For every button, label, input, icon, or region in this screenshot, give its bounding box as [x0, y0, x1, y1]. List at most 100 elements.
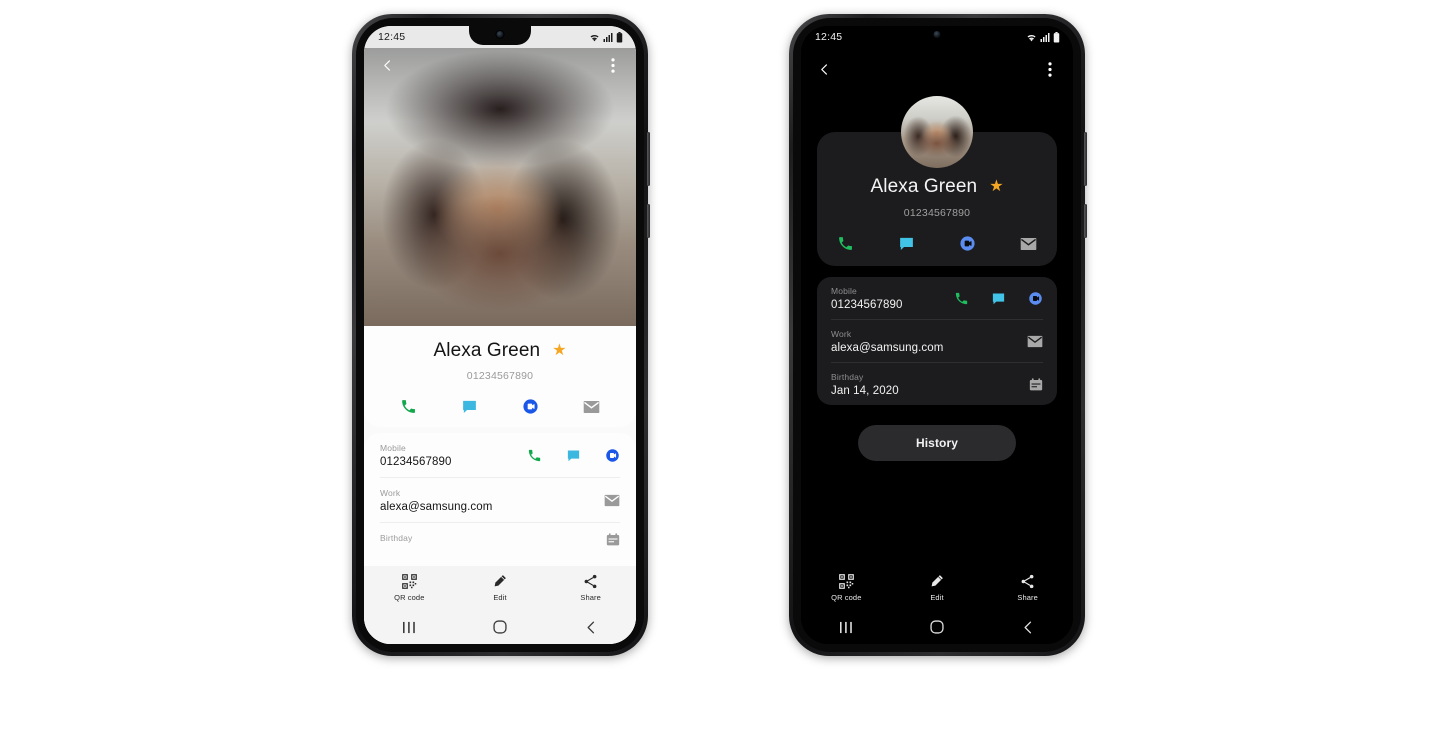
field-row-mobile[interactable]: Mobile 01234567890: [380, 433, 620, 478]
call-icon[interactable]: [954, 291, 969, 306]
more-options-icon[interactable]: [1039, 58, 1061, 80]
video-icon[interactable]: [605, 448, 620, 463]
share-icon: [584, 574, 597, 589]
camera-notch: [469, 26, 531, 45]
volume-button[interactable]: [1084, 132, 1087, 186]
share-icon: [1021, 574, 1034, 589]
share-button[interactable]: Share: [559, 574, 623, 602]
status-bar: 12:45: [801, 26, 1073, 48]
history-button-wrapper: History: [801, 425, 1073, 461]
field-action-icons: [1029, 378, 1043, 391]
home-button[interactable]: [475, 615, 525, 639]
field-row-mobile[interactable]: Mobile 01234567890: [831, 277, 1043, 320]
video-call-action[interactable]: [522, 398, 539, 415]
field-row-birthday[interactable]: Birthday: [380, 523, 620, 555]
phone-dark-theme: 12:45 Alexa Green ★ 01234567890 Mobile 0…: [789, 14, 1087, 656]
email-icon[interactable]: [604, 494, 620, 507]
field-value: 01234567890: [380, 456, 452, 468]
message-action[interactable]: [461, 398, 478, 415]
volume-button[interactable]: [647, 132, 650, 186]
field-row-work[interactable]: Work alexa@samsung.com: [380, 478, 620, 523]
more-options-icon[interactable]: [602, 54, 624, 76]
field-text: Work alexa@samsung.com: [380, 488, 492, 513]
message-icon[interactable]: [991, 291, 1006, 306]
contact-number: 01234567890: [466, 370, 534, 382]
field-label: Work: [380, 488, 401, 498]
qr-code-icon: [401, 574, 417, 589]
status-icons: [1026, 31, 1060, 43]
wifi-icon: [1027, 34, 1036, 41]
call-icon[interactable]: [527, 448, 542, 463]
recents-button[interactable]: [821, 615, 871, 639]
field-label: Mobile: [831, 286, 857, 296]
field-row-birthday[interactable]: Birthday Jan 14, 2020: [831, 363, 1043, 405]
pencil-icon: [495, 575, 507, 587]
history-button[interactable]: History: [857, 425, 1017, 461]
qr-code-icon: [838, 574, 854, 589]
contact-avatar-photo[interactable]: [901, 96, 973, 168]
field-text: Work alexa@samsung.com: [831, 329, 943, 354]
power-button[interactable]: [647, 204, 650, 238]
call-action[interactable]: [837, 235, 854, 252]
recents-icon: [839, 621, 852, 633]
back-chevron-icon[interactable]: [813, 58, 835, 80]
field-action-icons: [1027, 335, 1043, 348]
calendar-icon[interactable]: [606, 533, 620, 546]
front-camera-icon: [932, 30, 942, 39]
contact-name-row: Alexa Green ★: [433, 340, 566, 362]
field-value: Jan 14, 2020: [831, 385, 899, 397]
status-time: 12:45: [378, 31, 406, 43]
pencil-icon: [932, 575, 944, 587]
message-action[interactable]: [898, 235, 915, 252]
field-text: Birthday: [380, 533, 412, 546]
field-value: 01234567890: [831, 299, 903, 311]
contact-cover-photo[interactable]: [364, 48, 636, 326]
field-row-work[interactable]: Work alexa@samsung.com: [831, 320, 1043, 363]
field-action-icons: [954, 291, 1043, 306]
star-filled-icon[interactable]: ★: [552, 343, 566, 359]
bottom-toolbar: QR code Edit Share: [801, 566, 1073, 610]
camera-notch: [906, 26, 968, 45]
field-label: Mobile: [380, 443, 406, 453]
quick-action-row: [400, 398, 600, 415]
message-icon[interactable]: [566, 448, 581, 463]
tool-label: QR code: [394, 593, 425, 602]
back-chevron-icon[interactable]: [376, 54, 398, 76]
edit-button[interactable]: Edit: [468, 574, 532, 602]
back-icon: [1024, 621, 1031, 633]
call-action[interactable]: [400, 398, 417, 415]
field-value: alexa@samsung.com: [380, 501, 493, 513]
video-icon[interactable]: [1028, 291, 1043, 306]
app-bar: [801, 52, 1073, 86]
edit-button[interactable]: Edit: [905, 574, 969, 602]
calendar-icon[interactable]: [1029, 378, 1043, 391]
back-button[interactable]: [566, 615, 616, 639]
tool-label: Edit: [493, 593, 507, 602]
share-button[interactable]: Share: [996, 574, 1060, 602]
signal-bars-icon: [603, 32, 613, 42]
home-button[interactable]: [912, 615, 962, 639]
system-nav-bar: [364, 610, 636, 644]
qr-code-button[interactable]: QR code: [814, 574, 878, 602]
back-button[interactable]: [1003, 615, 1053, 639]
qr-code-button[interactable]: QR code: [377, 574, 441, 602]
video-call-action[interactable]: [959, 235, 976, 252]
bottom-toolbar: QR code Edit Share: [364, 566, 636, 610]
email-action[interactable]: [1020, 237, 1037, 251]
phone-screen: 12:45 Alexa Green ★ 01234567890 Mobile 0…: [801, 26, 1073, 644]
contact-number: 01234567890: [903, 207, 971, 219]
tool-label: Share: [580, 593, 601, 602]
contact-name: Alexa Green: [433, 340, 541, 361]
recents-button[interactable]: [384, 615, 434, 639]
field-text: Mobile 01234567890: [831, 286, 902, 311]
back-icon: [587, 621, 594, 633]
phone-light-theme: 12:45 Alexa Green ★ 01234567890 Mobile 0…: [352, 14, 650, 656]
email-icon[interactable]: [1027, 335, 1043, 348]
tool-label: QR code: [831, 593, 862, 602]
avatar-wrapper: [801, 96, 1073, 168]
tool-label: Edit: [930, 593, 944, 602]
email-action[interactable]: [583, 400, 600, 414]
status-icons: [589, 31, 623, 43]
power-button[interactable]: [1084, 204, 1087, 238]
star-filled-icon[interactable]: ★: [989, 179, 1003, 195]
